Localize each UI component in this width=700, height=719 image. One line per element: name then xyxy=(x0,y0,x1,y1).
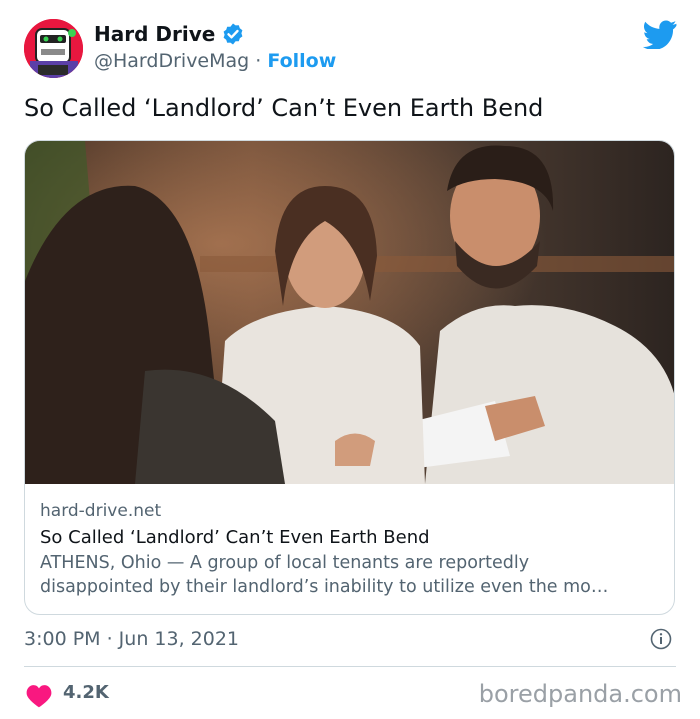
tweet-timestamp[interactable]: 3:00 PM · Jun 13, 2021 xyxy=(24,628,239,650)
article-photo[interactable] xyxy=(25,141,675,484)
footer-divider xyxy=(24,666,676,667)
watermark: boredpanda.com xyxy=(478,680,682,708)
card-description-line-1: ATHENS, Ohio — A group of local tenants … xyxy=(40,553,530,573)
follow-button[interactable]: Follow xyxy=(267,50,336,72)
card-description: ATHENS, Ohio — A group of local tenants … xyxy=(40,551,665,599)
author-name[interactable]: Hard Drive xyxy=(94,22,215,46)
heart-icon[interactable] xyxy=(26,684,52,708)
tweet-text: So Called ‘Landlord’ Can’t Even Earth Be… xyxy=(24,94,544,122)
info-icon[interactable] xyxy=(650,628,672,650)
card-title: So Called ‘Landlord’ Can’t Even Earth Be… xyxy=(40,527,430,548)
author-handle-row: @HardDriveMag · Follow xyxy=(94,50,336,72)
link-preview-card[interactable]: hard-drive.net So Called ‘Landlord’ Can’… xyxy=(24,140,675,615)
card-domain: hard-drive.net xyxy=(40,501,162,521)
verified-badge-icon xyxy=(223,23,243,45)
twitter-bird-icon[interactable] xyxy=(643,20,677,49)
author-name-row[interactable]: Hard Drive xyxy=(94,22,245,46)
author-handle[interactable]: @HardDriveMag xyxy=(94,50,249,72)
like-count[interactable]: 4.2K xyxy=(63,682,109,703)
robot-avatar-icon xyxy=(24,19,83,78)
separator-dot: · xyxy=(255,50,262,72)
card-description-line-2: disappointed by their landlord’s inabili… xyxy=(40,577,609,597)
author-avatar[interactable] xyxy=(24,19,83,78)
